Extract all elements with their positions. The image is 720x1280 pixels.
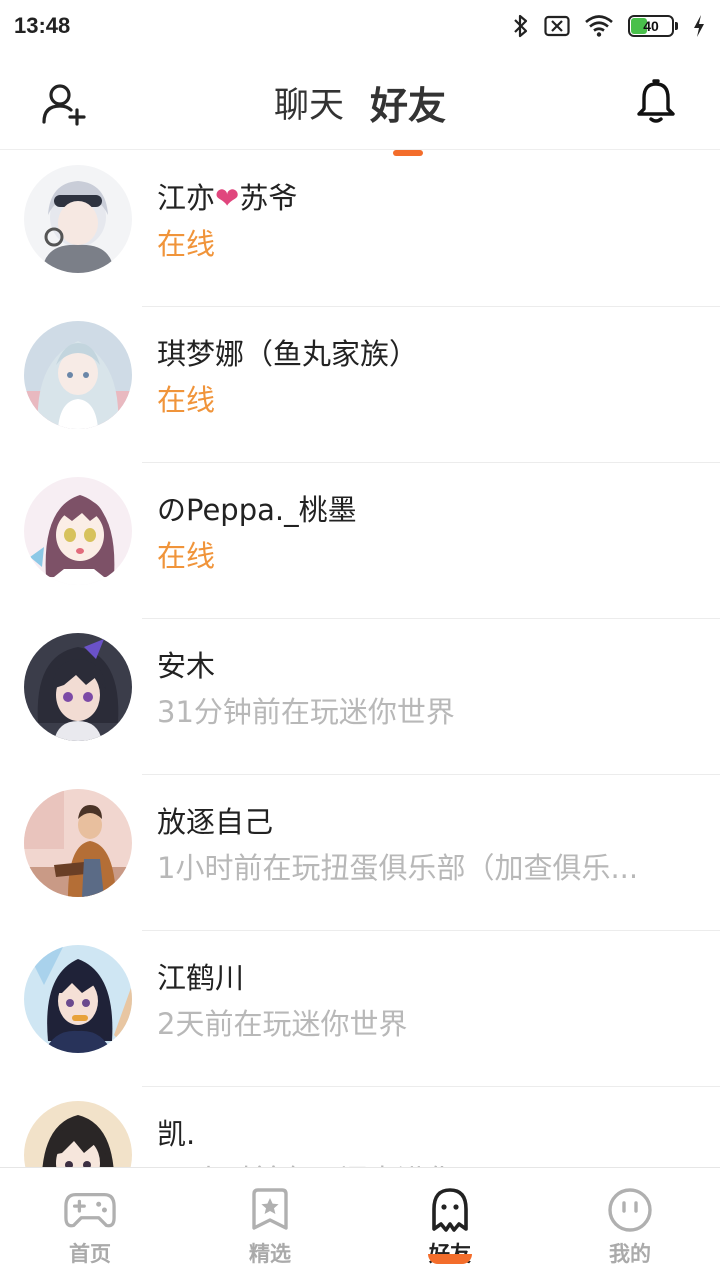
status-time: 13:48 xyxy=(14,13,71,38)
friend-item[interactable]: 江亦❤苏爷 在线 xyxy=(0,151,720,307)
heart-icon: ❤ xyxy=(215,181,240,215)
nav-label: 我的 xyxy=(609,1242,651,1266)
gamepad-icon xyxy=(64,1186,116,1234)
header: 聊天 好友 xyxy=(0,52,720,156)
avatar[interactable] xyxy=(24,789,132,897)
battery-level: 40 xyxy=(643,18,659,34)
friend-status: 21小时前在玩闪克进化 xyxy=(157,1157,455,1167)
friend-status: 1小时前在玩扭蛋俱乐部（加查俱乐... xyxy=(157,851,639,885)
friend-item[interactable]: 放逐自己 1小时前在玩扭蛋俱乐部（加查俱乐... xyxy=(0,775,720,931)
friend-status: 在线 xyxy=(157,227,216,261)
avatar[interactable] xyxy=(24,477,132,585)
friend-name: 江鹤川 xyxy=(157,961,245,995)
battery: 40 xyxy=(628,15,674,37)
friend-name: 琪梦娜（鱼丸家族） xyxy=(157,337,419,371)
friend-item[interactable]: 安木 31分钟前在玩迷你世界 xyxy=(0,619,720,775)
friend-item[interactable]: 琪梦娜（鱼丸家族） 在线 xyxy=(0,307,720,463)
nav-featured[interactable]: 精选 xyxy=(180,1168,360,1280)
friend-status: 31分钟前在玩迷你世界 xyxy=(157,695,455,729)
face-icon xyxy=(604,1186,656,1234)
friend-status: 2天前在玩迷你世界 xyxy=(157,1007,408,1041)
battery-icon: 40 xyxy=(628,15,678,37)
bell-icon[interactable] xyxy=(632,78,680,126)
friend-item[interactable]: 凯. 21小时前在玩闪克进化 xyxy=(0,1087,720,1167)
avatar[interactable] xyxy=(24,1101,132,1167)
avatar[interactable] xyxy=(24,165,132,273)
sim-off-icon xyxy=(544,15,570,37)
bottom-nav: 首页 精选 好友 我的 xyxy=(0,1167,720,1280)
friend-name-part: 苏爷 xyxy=(239,181,298,215)
bluetooth-icon xyxy=(512,13,530,39)
avatar[interactable] xyxy=(24,945,132,1053)
tab-friends[interactable]: 好友 xyxy=(370,73,447,156)
friend-status: 在线 xyxy=(157,539,216,573)
nav-label: 首页 xyxy=(69,1242,111,1266)
nav-home[interactable]: 首页 xyxy=(0,1168,180,1280)
friend-item[interactable]: のPeppa._桃墨 在线 xyxy=(0,463,720,619)
nav-friends[interactable]: 好友 xyxy=(360,1168,540,1280)
friend-name: 安木 xyxy=(157,649,216,683)
friend-list: 江亦❤苏爷 在线 琪梦娜（鱼丸家族） 在线 のPeppa._桃墨 在线 安木 3… xyxy=(0,151,720,1167)
nav-label: 精选 xyxy=(249,1242,291,1266)
tab-chat[interactable]: 聊天 xyxy=(274,75,344,128)
add-friend-icon[interactable] xyxy=(40,80,88,128)
friend-status: 在线 xyxy=(157,383,216,417)
friend-name-part: 江亦 xyxy=(157,181,216,215)
tab-friends-label: 好友 xyxy=(370,83,447,128)
battery-cap xyxy=(675,22,678,30)
header-tabs: 聊天 好友 xyxy=(0,52,720,156)
friend-name: 江亦❤苏爷 xyxy=(157,175,297,217)
friend-name: 凯. xyxy=(157,1117,196,1151)
avatar[interactable] xyxy=(24,321,132,429)
status-icons: 40 xyxy=(512,13,706,39)
friend-item[interactable]: 江鹤川 2天前在玩迷你世界 xyxy=(0,931,720,1087)
friend-name: のPeppa._桃墨 xyxy=(157,493,357,527)
ghost-icon xyxy=(424,1186,476,1234)
nav-active-indicator xyxy=(428,1254,472,1264)
nav-profile[interactable]: 我的 xyxy=(540,1168,720,1280)
status-bar: 13:48 40 xyxy=(0,0,720,52)
avatar[interactable] xyxy=(24,633,132,741)
wifi-icon xyxy=(584,14,614,38)
friend-name: 放逐自己 xyxy=(157,805,274,839)
star-bookmark-icon xyxy=(244,1186,296,1234)
charging-icon xyxy=(692,14,706,38)
